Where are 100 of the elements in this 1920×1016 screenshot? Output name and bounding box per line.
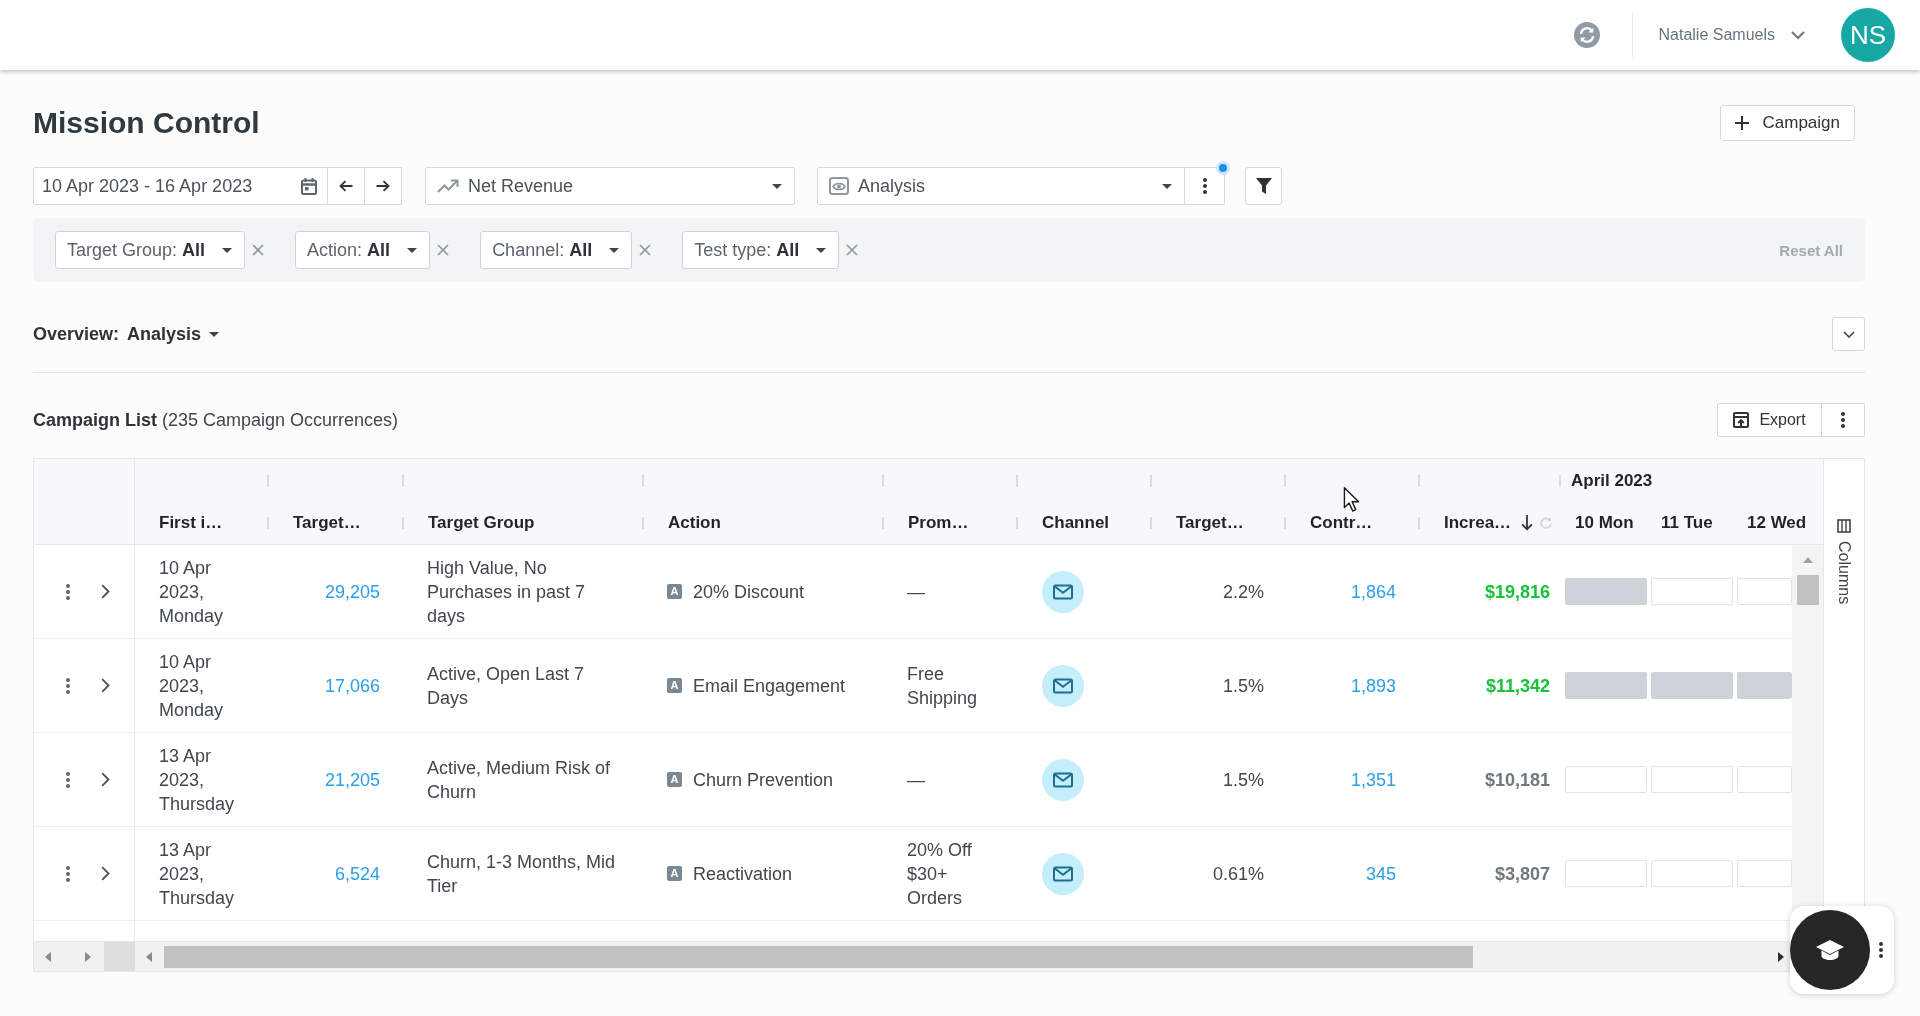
table-cell-text: 1.5% (1222, 768, 1264, 792)
next-button[interactable] (365, 167, 402, 205)
table-cell-text: $3,807 (1494, 862, 1550, 886)
kebab-menu-icon[interactable] (66, 677, 70, 694)
new-campaign-button[interactable]: Campaign (1719, 105, 1855, 141)
chevron-down-icon (1842, 330, 1855, 338)
table-cell-text: $11,342 (1485, 674, 1550, 698)
letter-tag: A (667, 584, 682, 599)
view-dropdown[interactable]: Analysis (817, 167, 1185, 205)
mail-icon (1042, 664, 1084, 707)
help-button[interactable] (1790, 910, 1870, 990)
table-cell-text: 20% Discount (693, 580, 805, 604)
filter-dropdown[interactable]: Target Group: All (55, 231, 246, 269)
overview-dropdown[interactable]: Analysis (127, 323, 220, 345)
caret-down-icon (772, 183, 782, 189)
letter-tag: A (667, 678, 682, 693)
column-header[interactable]: First i… (135, 502, 269, 544)
table-cell-text: 20% Off $30+ Orders (907, 838, 973, 910)
table-cell-text: Email Engagement (693, 674, 846, 698)
close-icon[interactable] (437, 244, 450, 256)
column-header[interactable]: Target… (1152, 502, 1286, 544)
mail-icon (1042, 852, 1084, 895)
page-title: Mission Control (33, 105, 260, 141)
chevron-right-icon[interactable] (101, 866, 110, 881)
table-cell-text: 0.61% (1212, 862, 1264, 886)
kebab-menu-icon[interactable] (66, 865, 70, 882)
sync-icon[interactable] (1573, 22, 1600, 48)
month-header: April 2023 (1571, 470, 1653, 491)
caret-down-icon (609, 247, 620, 253)
table-cell-text: High Value, No Purchases in past 7 days (427, 556, 587, 628)
column-header[interactable]: Target… (269, 502, 404, 544)
kebab-menu-icon[interactable] (1879, 942, 1883, 958)
chevron-down-icon (1791, 31, 1805, 39)
scroll-left-icon[interactable] (146, 951, 152, 962)
column-header[interactable]: Prom… (884, 502, 1018, 544)
date-range-field[interactable]: 10 Apr 2023 - 16 Apr 2023 (33, 167, 328, 205)
table-cell-text: 13 Apr 2023, Thursday (159, 838, 236, 910)
close-icon[interactable] (252, 244, 265, 256)
column-header[interactable]: Target Group (404, 502, 644, 544)
column-header[interactable]: Channel (1018, 502, 1152, 544)
filter-dropdown[interactable]: Channel: All (480, 231, 633, 269)
kebab-menu-icon[interactable] (66, 583, 70, 600)
mail-icon (1042, 570, 1084, 613)
column-header[interactable]: Increa… (1420, 502, 1561, 544)
mail-icon (1042, 758, 1084, 801)
section-title: Campaign List (235 Campaign Occurrences) (33, 409, 399, 431)
columns-icon (1837, 519, 1851, 533)
caret-down-icon (222, 247, 233, 253)
previous-button[interactable] (328, 167, 365, 205)
column-header[interactable]: Contr… (1286, 502, 1420, 544)
chevron-right-icon[interactable] (101, 772, 110, 787)
table-cell-text: 2.2% (1222, 580, 1264, 604)
close-icon[interactable] (846, 244, 859, 256)
caret-down-icon (816, 247, 827, 253)
collapse-button[interactable] (1832, 317, 1865, 351)
caret-down-icon (209, 331, 220, 337)
calendar-icon[interactable] (301, 177, 317, 195)
table-cell-text: Free Shipping (907, 662, 979, 710)
graduation-cap-icon (1815, 939, 1845, 961)
close-icon[interactable] (639, 244, 652, 256)
export-icon (1733, 412, 1750, 428)
kebab-menu-icon (1202, 178, 1207, 194)
kebab-menu-icon (1841, 412, 1845, 428)
day-header: 11 Tue (1660, 513, 1714, 533)
filter-dropdown[interactable]: Test type: All (682, 231, 840, 269)
metric-dropdown[interactable]: Net Revenue (425, 167, 795, 205)
scroll-right-icon[interactable] (1778, 951, 1784, 962)
table-cell-text: 10 Apr 2023, Monday (159, 556, 225, 628)
table-cell-text: 1.5% (1222, 674, 1264, 698)
chevron-right-icon[interactable] (101, 584, 110, 599)
user-menu[interactable]: Natalie Samuels (1658, 26, 1805, 44)
caret-down-icon (407, 247, 418, 253)
trend-line-icon (437, 179, 459, 193)
chevron-right-icon[interactable] (101, 678, 110, 693)
filter-button[interactable] (1245, 167, 1282, 205)
letter-tag: A (667, 772, 682, 787)
plus-icon (1734, 116, 1749, 130)
filter-dropdown[interactable]: Action: All (295, 231, 431, 269)
scrollbar-thumb[interactable] (164, 945, 1473, 968)
kebab-menu-icon[interactable] (66, 771, 70, 788)
export-button[interactable]: Export (1717, 403, 1822, 437)
column-header[interactable]: Action (644, 502, 884, 544)
table-cell-text: Active, Medium Risk of Churn (427, 756, 612, 804)
more-button[interactable] (1822, 403, 1865, 437)
table-cell-text: Reactivation (693, 862, 793, 886)
day-header: 10 Mon (1574, 513, 1635, 533)
arrow-left-icon (339, 180, 353, 192)
caret-down-icon (1162, 183, 1172, 189)
eye-icon (829, 177, 849, 195)
table-cell-text: Churn, 1-3 Months, Mid Tier (427, 850, 617, 898)
scroll-left-icon[interactable] (45, 951, 51, 962)
table-cell-text: — (907, 580, 925, 604)
table-cell-text: 10 Apr 2023, Monday (159, 650, 225, 722)
day-header: 12 Wed (1746, 513, 1808, 533)
table-cell-text: Churn Prevention (693, 768, 834, 792)
arrow-down-icon[interactable] (1521, 515, 1534, 531)
letter-tag: A (667, 866, 682, 881)
filter-icon (1255, 178, 1272, 194)
mouse-pointer-icon (1343, 486, 1360, 513)
scrollbar-thumb[interactable] (1796, 575, 1819, 605)
